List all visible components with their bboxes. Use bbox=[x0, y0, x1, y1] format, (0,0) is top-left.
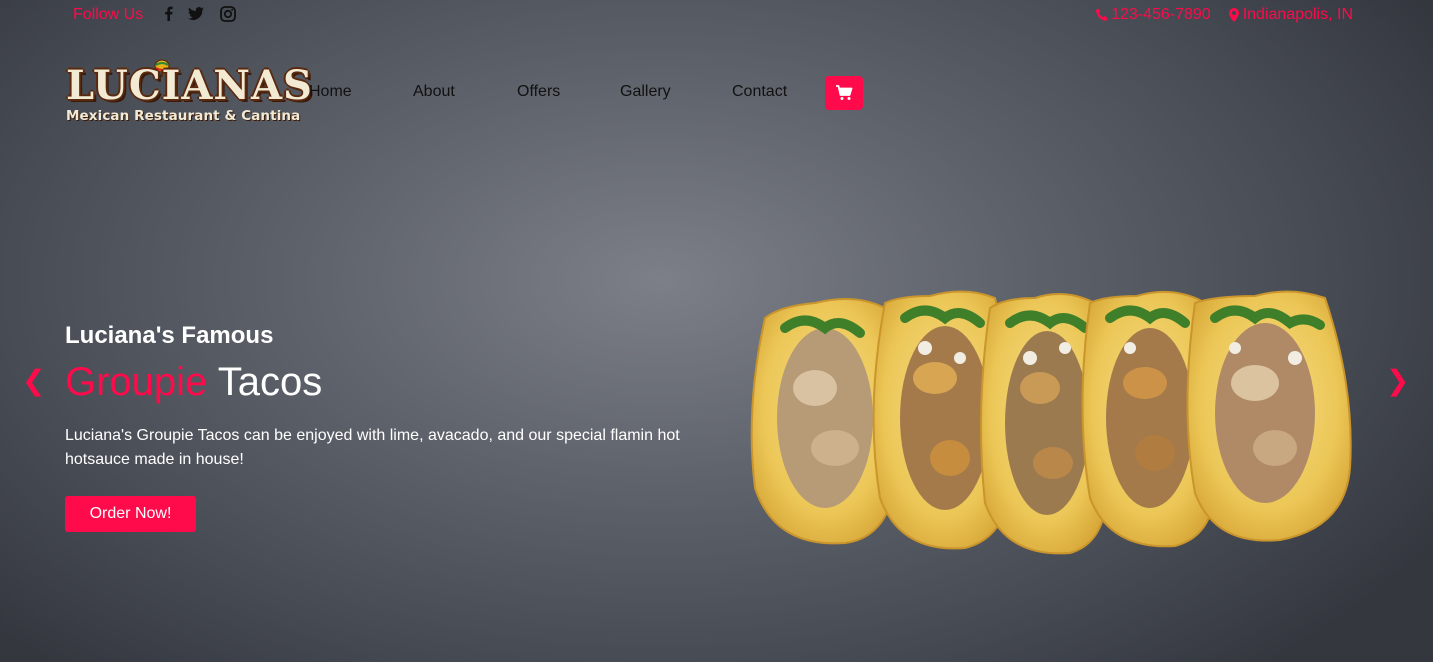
phone-icon bbox=[1096, 8, 1108, 21]
logo-tagline: Mexican Restaurant & Cantina bbox=[66, 108, 301, 124]
order-now-button[interactable]: Order Now! bbox=[65, 496, 196, 532]
hero-subtitle: Luciana's Famous bbox=[65, 322, 274, 349]
contact-info: 123-456-7890 Indianapolis, IN bbox=[1095, 6, 1353, 24]
twitter-icon[interactable] bbox=[186, 4, 206, 24]
location-text: Indianapolis, IN bbox=[1242, 6, 1353, 23]
slider-next-arrow[interactable]: ❯ bbox=[1386, 364, 1409, 397]
nav-about[interactable]: About bbox=[413, 83, 455, 101]
top-bar: Follow Us 123-456-7890 Indianapolis, IN bbox=[0, 0, 1433, 30]
hero-description: Luciana's Groupie Tacos can be enjoyed w… bbox=[65, 427, 680, 468]
phone-number: 123-456-7890 bbox=[1111, 6, 1211, 23]
phone-contact[interactable]: 123-456-7890 bbox=[1095, 6, 1211, 24]
slider-prev-arrow[interactable]: ❮ bbox=[22, 364, 45, 397]
shopping-cart-icon bbox=[836, 85, 853, 100]
tacos-image bbox=[750, 290, 1352, 555]
hero-title-accent: Groupie bbox=[65, 360, 208, 404]
nav-gallery[interactable]: Gallery bbox=[620, 83, 671, 101]
nav-offers[interactable]: Offers bbox=[517, 83, 560, 101]
logo-wordmark: LUCIANAS bbox=[66, 62, 313, 109]
hero-title-rest: Tacos bbox=[217, 360, 323, 404]
nav-home[interactable]: Home bbox=[309, 83, 352, 101]
instagram-icon[interactable] bbox=[218, 4, 238, 24]
nav-contact[interactable]: Contact bbox=[732, 83, 787, 101]
facebook-icon[interactable] bbox=[159, 4, 179, 24]
cart-button[interactable] bbox=[825, 76, 863, 110]
logo[interactable]: LUCIANAS Mexican Restaurant & Cantina bbox=[64, 58, 312, 132]
taco-5 bbox=[1186, 290, 1352, 542]
hero-title: Groupie Tacos bbox=[65, 360, 322, 405]
location-contact[interactable]: Indianapolis, IN bbox=[1227, 6, 1353, 24]
map-marker-icon bbox=[1228, 8, 1239, 22]
follow-us-label: Follow Us bbox=[73, 6, 144, 23]
